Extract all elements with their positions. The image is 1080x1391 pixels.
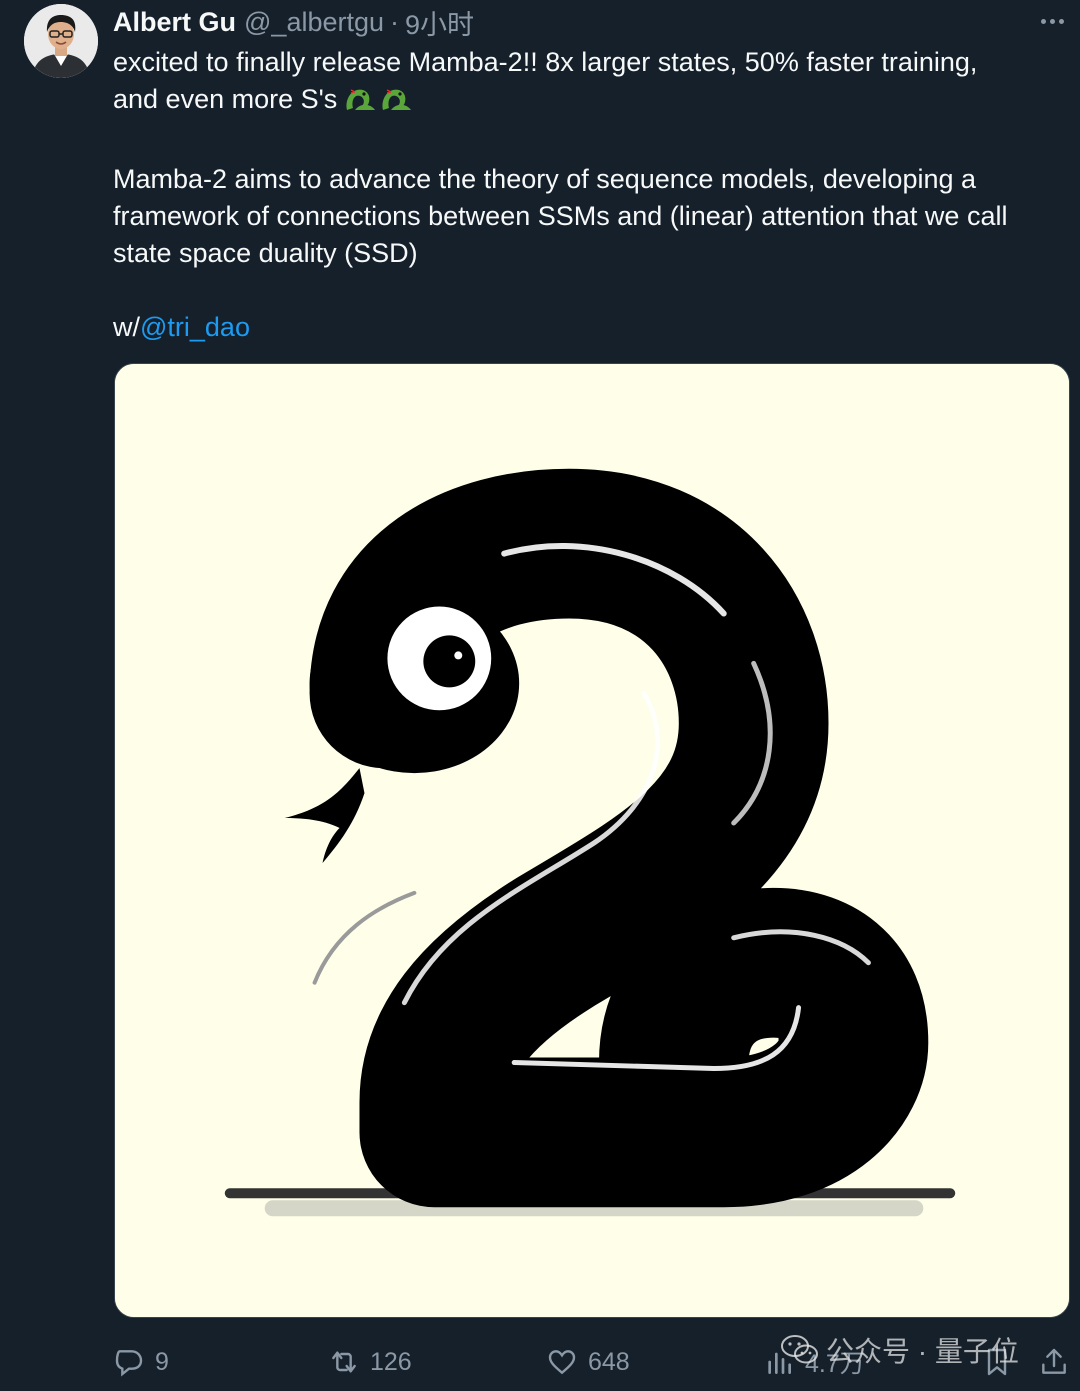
post-time[interactable]: 9小时 [405,3,474,42]
more-dot-icon [1058,18,1064,24]
retweet-icon [332,1351,356,1373]
reply-count: 9 [155,1347,169,1376]
more-dot-icon [1049,18,1055,24]
author-handle[interactable]: @_albertgu [244,7,384,38]
author-avatar[interactable] [24,4,98,78]
tweet-line-2-text: and even more S's [113,84,338,114]
retweet-count: 126 [370,1347,412,1376]
more-options-button[interactable] [1036,8,1068,34]
like-button[interactable]: 648 [546,1340,630,1384]
like-count: 648 [588,1347,630,1376]
tweet-paragraph-2: Mamba-2 aims to advance the theory of se… [113,164,1008,268]
wechat-watermark: 公众号 · 量子位 [780,1330,1019,1370]
mamba-2-snake-logo-icon [115,364,1069,1317]
reply-icon [115,1350,143,1377]
snake-emoji-icon [343,82,415,124]
retweet-button[interactable]: 126 [328,1340,412,1384]
share-button[interactable] [1038,1340,1070,1384]
more-dot-icon [1040,18,1046,24]
avatar-portrait-icon [24,4,98,78]
separator-dot: · [390,6,400,37]
tweet-mention-line: w/@tri_dao [113,309,1073,346]
tweet-text: excited to finally release Mamba-2!! 8x … [113,44,1073,346]
author-name[interactable]: Albert Gu [113,7,236,38]
tweet-line-2: and even more S's [113,81,1073,124]
heart-icon [548,1350,576,1375]
tweet-image[interactable] [114,363,1070,1318]
share-icon [1042,1348,1066,1374]
wechat-icon [781,1335,818,1364]
watermark-text: 公众号 · 量子位 [826,1336,1019,1367]
tweet-header: Albert Gu @_albertgu · 9小时 [113,4,1060,40]
with-prefix: w/ [113,312,140,342]
mention-link[interactable]: @tri_dao [140,312,250,342]
reply-button[interactable]: 9 [113,1340,169,1384]
tweet-line-1: excited to finally release Mamba-2!! 8x … [113,47,978,77]
